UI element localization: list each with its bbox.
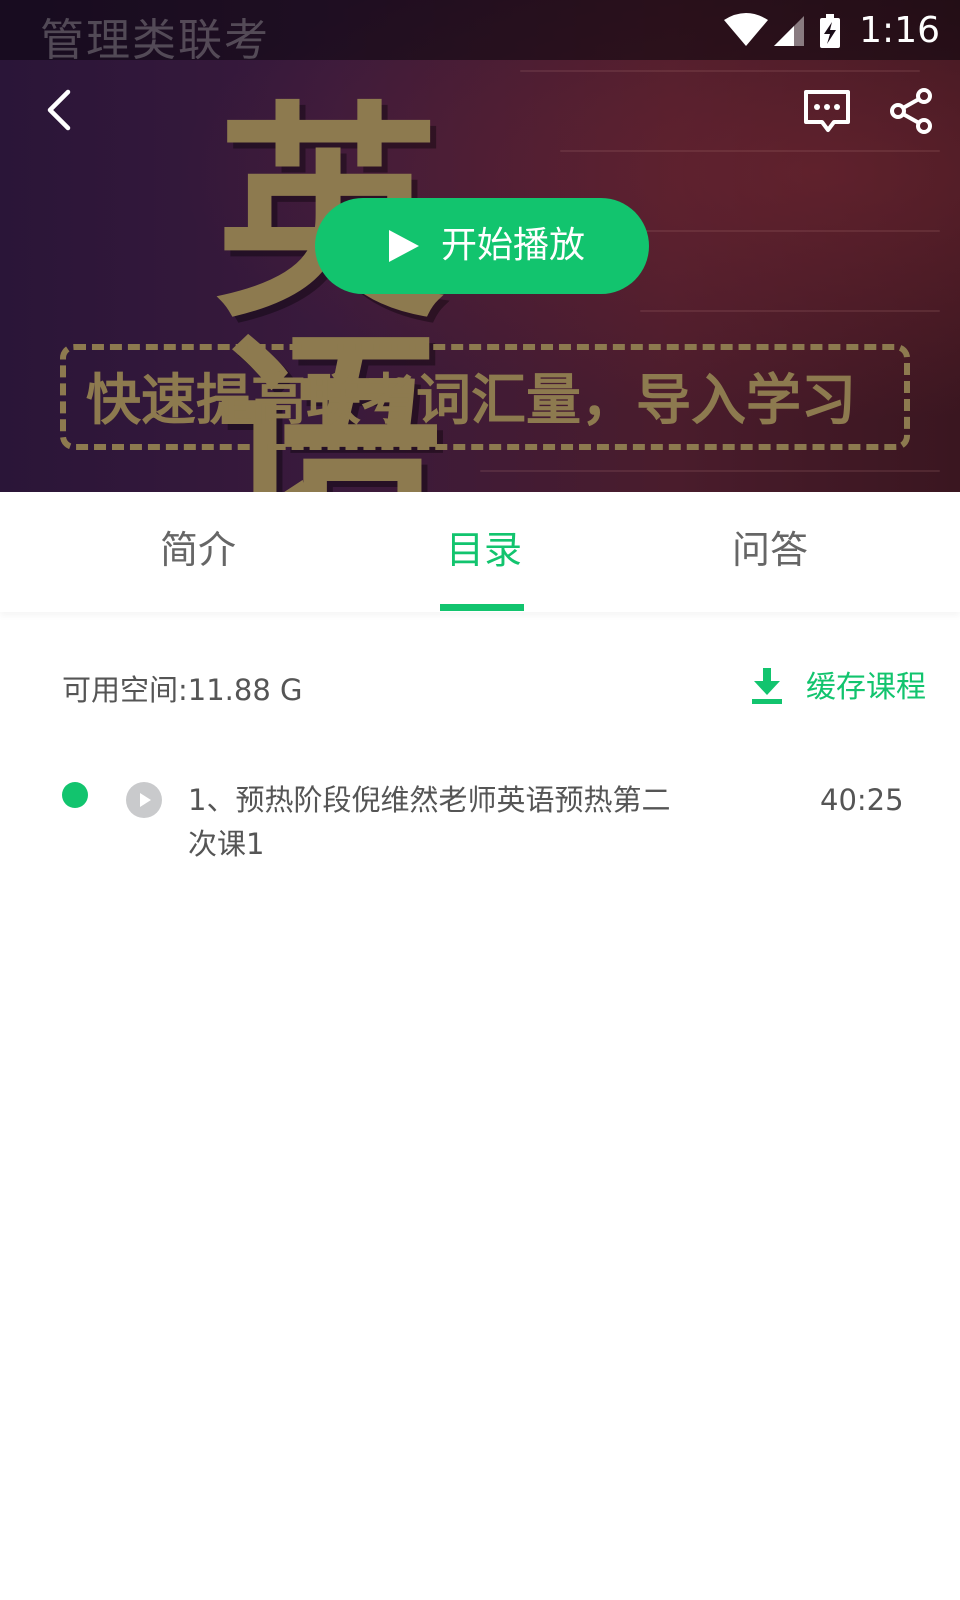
cover-subtitle: 快速提高联考词汇量，导入学习 bbox=[86, 368, 857, 432]
share-icon[interactable] bbox=[884, 84, 938, 138]
back-icon[interactable] bbox=[34, 82, 90, 138]
tab-catalog[interactable]: 目录 bbox=[446, 526, 522, 574]
tab-intro[interactable]: 简介 bbox=[160, 526, 236, 574]
lesson-item[interactable]: 1、预热阶段倪维然老师英语预热第二次课1 40:25 bbox=[0, 770, 960, 870]
tab-qa[interactable]: 问答 bbox=[732, 526, 808, 574]
start-play-label: 开始播放 bbox=[441, 225, 586, 266]
tab-bar: 简介 目录 问答 bbox=[0, 492, 960, 612]
download-icon bbox=[752, 668, 782, 704]
cache-course-label: 缓存课程 bbox=[806, 670, 926, 705]
lesson-title: 1、预热阶段倪维然老师英语预热第二次课1 bbox=[188, 783, 671, 861]
cover-texture bbox=[520, 70, 920, 72]
comment-icon[interactable] bbox=[800, 84, 854, 138]
status-time: 1:16 bbox=[859, 10, 940, 51]
status-bar: 管理类联考 1:16 bbox=[0, 0, 960, 66]
status-icons bbox=[724, 13, 840, 48]
cover-texture bbox=[480, 470, 940, 472]
battery-icon bbox=[820, 14, 840, 48]
lesson-duration: 40:25 bbox=[820, 783, 904, 817]
play-icon bbox=[389, 230, 419, 262]
active-tab-indicator bbox=[440, 604, 524, 611]
video-cover[interactable]: 英语 快速提高联考词汇量，导入学习 管理类联考 1:16 bbox=[0, 0, 960, 492]
current-lesson-dot bbox=[62, 782, 88, 808]
available-storage: 可用空间:11.88 G bbox=[62, 673, 303, 707]
wifi-icon bbox=[724, 13, 768, 46]
start-play-button[interactable]: 开始播放 bbox=[315, 198, 649, 294]
app-watermark: 管理类联考 bbox=[40, 15, 270, 66]
signal-icon bbox=[774, 16, 804, 46]
cache-course-button[interactable]: 缓存课程 bbox=[748, 662, 938, 716]
lesson-play-icon[interactable] bbox=[126, 782, 162, 818]
